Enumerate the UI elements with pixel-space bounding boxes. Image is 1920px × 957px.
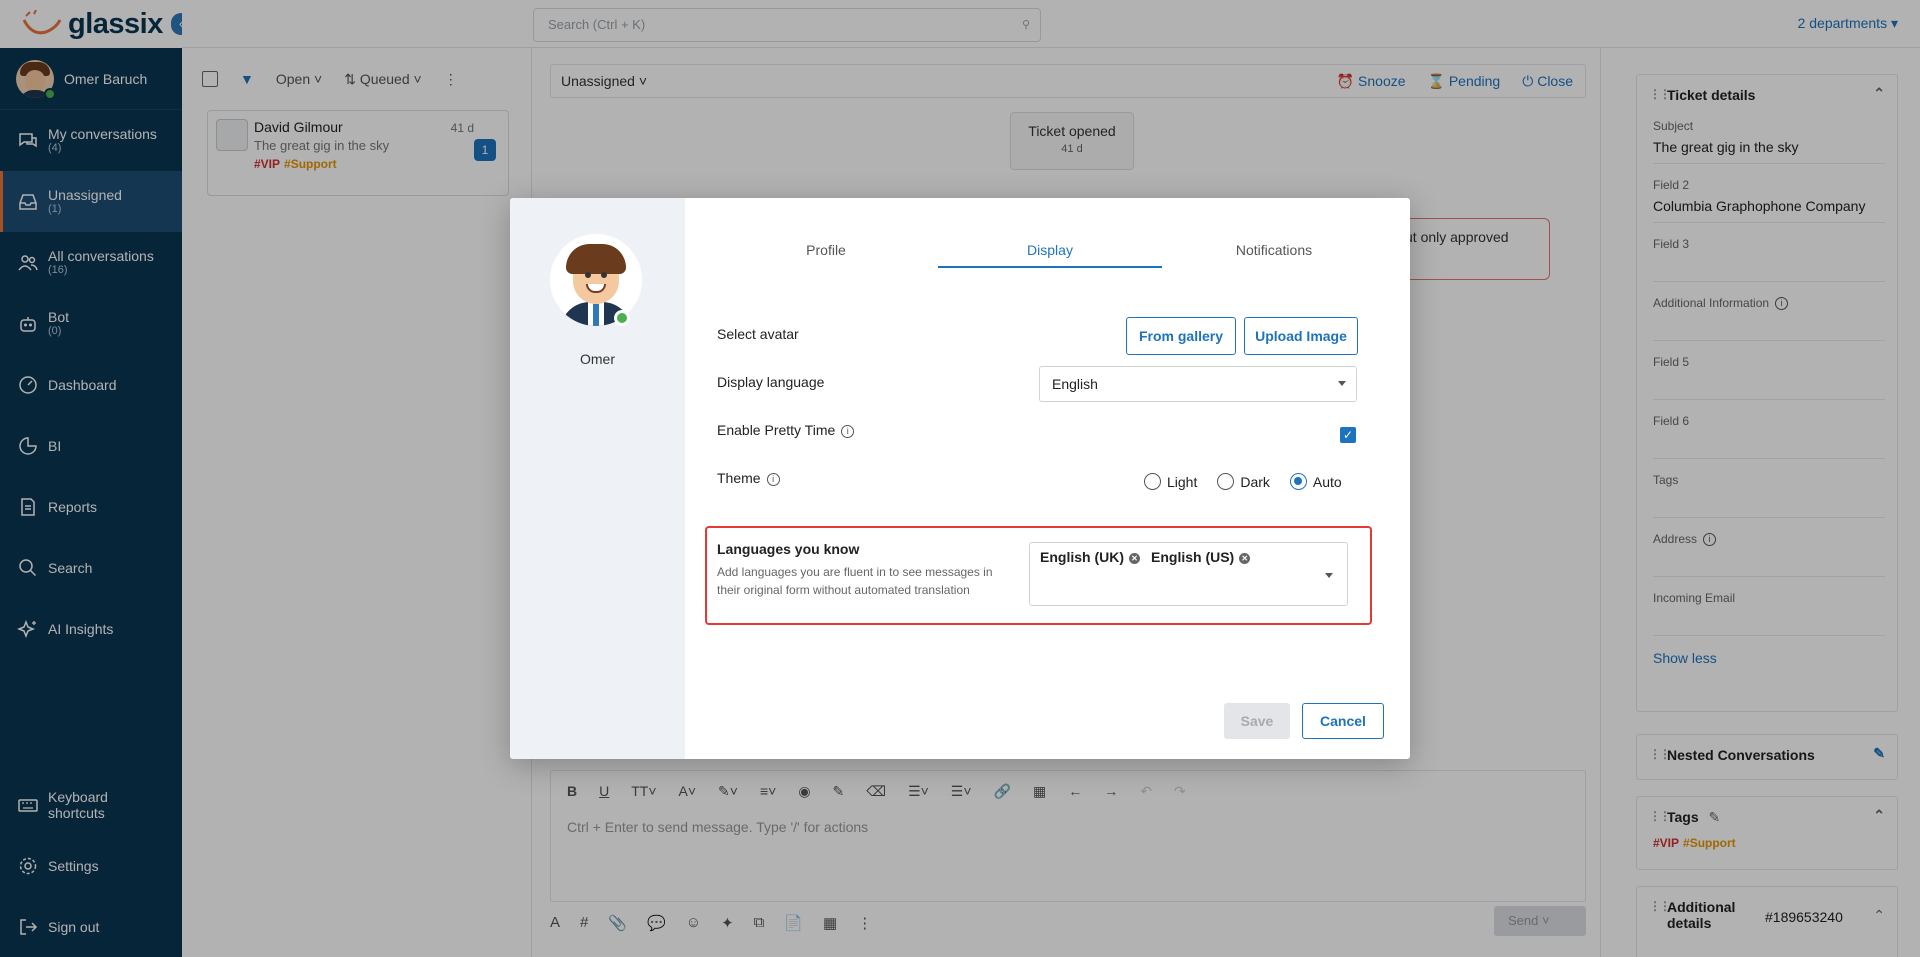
- language-chip-label: English (UK): [1040, 549, 1124, 565]
- languages-description: Add languages you are fluent in to see m…: [717, 565, 993, 597]
- language-chip: English (US) ✕: [1151, 549, 1251, 565]
- from-gallery-button[interactable]: From gallery: [1126, 317, 1236, 355]
- languages-multiselect[interactable]: English (UK) ✕ English (US) ✕: [1029, 542, 1348, 606]
- theme-radio-group: Light Dark Auto: [1130, 473, 1342, 490]
- chevron-down-icon: [1338, 381, 1346, 386]
- pretty-time-checkbox[interactable]: ✓: [1340, 427, 1356, 443]
- pretty-time-label: Enable Pretty Time i: [717, 422, 855, 438]
- user-settings-modal: Omer Profile Display Notifications Selec…: [510, 198, 1410, 759]
- online-status-icon: [614, 310, 630, 326]
- cancel-button[interactable]: Cancel: [1302, 703, 1384, 739]
- theme-label: Theme i: [717, 470, 780, 486]
- languages-section: Languages you know Add languages you are…: [705, 526, 1372, 625]
- language-chip: English (UK) ✕: [1040, 549, 1140, 565]
- remove-chip-icon[interactable]: ✕: [1129, 553, 1140, 564]
- display-language-label: Display language: [717, 374, 825, 390]
- theme-auto-radio[interactable]: [1289, 473, 1307, 490]
- select-avatar-label: Select avatar: [717, 326, 799, 342]
- tab-notifications[interactable]: Notifications: [1162, 234, 1386, 268]
- theme-light-label: Light: [1167, 473, 1198, 490]
- languages-title: Languages you know: [717, 541, 860, 557]
- theme-dark-radio[interactable]: [1217, 473, 1235, 490]
- tab-display[interactable]: Display: [938, 234, 1162, 268]
- language-chip-label: English (US): [1151, 549, 1235, 565]
- remove-chip-icon[interactable]: ✕: [1239, 553, 1251, 564]
- theme-auto-label: Auto: [1312, 473, 1342, 490]
- theme-dark-label: Dark: [1240, 473, 1270, 490]
- save-button[interactable]: Save: [1224, 703, 1290, 739]
- display-language-value: English: [1052, 376, 1098, 392]
- display-language-select[interactable]: English: [1039, 366, 1357, 402]
- modal-user-name: Omer: [580, 351, 615, 367]
- chevron-down-icon[interactable]: [1325, 573, 1333, 578]
- tab-profile[interactable]: Profile: [714, 234, 938, 268]
- modal-profile-panel: Omer: [510, 198, 685, 759]
- upload-image-button[interactable]: Upload Image: [1244, 317, 1358, 355]
- theme-light-radio[interactable]: [1144, 473, 1161, 490]
- info-icon[interactable]: i: [766, 473, 780, 486]
- theme-text: Theme: [717, 470, 761, 486]
- info-icon[interactable]: i: [841, 425, 855, 438]
- pretty-time-text: Enable Pretty Time: [717, 422, 836, 438]
- settings-tabs: Profile Display Notifications: [714, 234, 1386, 268]
